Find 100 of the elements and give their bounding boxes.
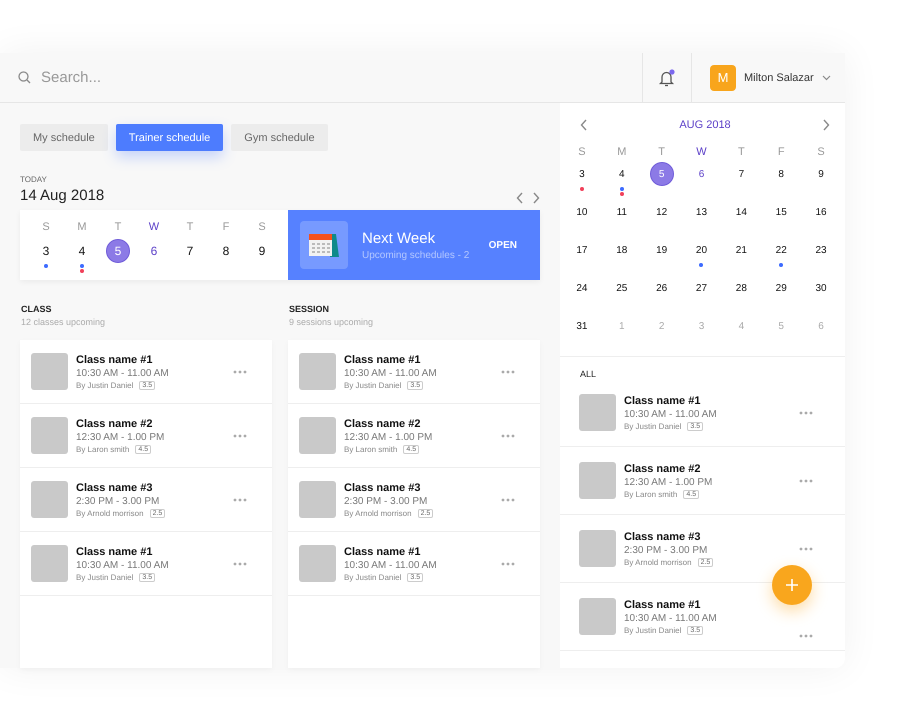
trainer-name: By Laron smith xyxy=(344,444,398,454)
weekday-label: W xyxy=(695,146,708,158)
photo-placeholder xyxy=(579,462,616,499)
trainer-name: By Justin Daniel xyxy=(344,572,402,582)
calendar-day[interactable]: 8 xyxy=(214,239,238,263)
calendar-day[interactable]: 28 xyxy=(729,276,754,300)
section-subtitle: 12 classes upcoming xyxy=(21,317,106,327)
next-icon[interactable] xyxy=(532,192,540,204)
calendar-icon xyxy=(308,231,340,259)
open-button[interactable]: OPEN xyxy=(488,236,517,254)
class-time: 12:30 AM - 1.00 PM xyxy=(344,432,434,442)
photo-placeholder xyxy=(579,598,616,635)
more-icon[interactable] xyxy=(501,370,515,374)
search-field[interactable]: Search... xyxy=(39,68,343,87)
calendar-day[interactable]: 7 xyxy=(729,162,754,186)
calendar-day[interactable]: 17 xyxy=(570,238,594,262)
calendar-day[interactable]: 7 xyxy=(178,239,202,263)
calendar-day[interactable]: 6 xyxy=(142,239,166,263)
weekday-label: F xyxy=(776,146,786,158)
calendar-day[interactable]: 9 xyxy=(809,162,834,186)
photo-placeholder xyxy=(31,545,68,582)
schedule-tab[interactable]: My schedule xyxy=(20,124,108,151)
bell-icon[interactable] xyxy=(658,68,676,86)
weekday-label: T xyxy=(114,221,122,233)
calendar-day[interactable]: 6 xyxy=(689,162,714,186)
class-name: Class name #2 xyxy=(344,418,422,430)
calendar-day[interactable]: 31 xyxy=(570,314,594,338)
more-icon[interactable] xyxy=(233,562,247,566)
more-icon[interactable] xyxy=(233,434,247,438)
calendar-day[interactable]: 16 xyxy=(809,200,834,224)
more-icon[interactable] xyxy=(501,434,515,438)
calendar-day[interactable]: 25 xyxy=(610,276,634,300)
banner-subtitle: Upcoming schedules - 2 xyxy=(362,250,470,260)
class-time: 10:30 AM - 11.00 AM xyxy=(76,368,170,378)
calendar-day[interactable]: 21 xyxy=(729,238,754,262)
calendar-day[interactable]: 14 xyxy=(729,200,754,224)
more-icon[interactable] xyxy=(233,498,247,502)
calendar-day[interactable]: 9 xyxy=(250,239,274,263)
more-icon[interactable] xyxy=(799,410,813,414)
trainer-name: By Justin Daniel xyxy=(76,380,134,390)
calendar-day[interactable]: 4 xyxy=(610,162,634,186)
class-name: Class name #1 xyxy=(76,546,154,558)
user-name[interactable]: Milton Salazar xyxy=(744,72,814,84)
calendar-day[interactable]: 27 xyxy=(689,276,714,300)
weekday-label: S xyxy=(577,146,587,158)
more-icon[interactable] xyxy=(799,546,813,550)
more-icon[interactable] xyxy=(799,634,813,638)
photo-placeholder xyxy=(579,530,616,567)
calendar-day[interactable]: 18 xyxy=(610,238,634,262)
previous-icon[interactable] xyxy=(580,119,588,131)
more-icon[interactable] xyxy=(501,498,515,502)
class-time: 10:30 AM - 11.00 AM xyxy=(624,612,718,624)
calendar-day[interactable]: 22 xyxy=(769,238,794,262)
more-icon[interactable] xyxy=(799,478,813,482)
trainer-name: By Laron smith xyxy=(76,444,130,454)
weekday-label: S xyxy=(816,146,826,158)
calendar-day[interactable]: 3 xyxy=(570,162,594,186)
weekday-label: T xyxy=(186,221,194,233)
schedule-tab[interactable]: Gym schedule xyxy=(231,124,328,151)
trainer-name: By Justin Daniel xyxy=(344,380,402,390)
photo-placeholder xyxy=(299,545,336,582)
class-time: 12:30 AM - 1.00 PM xyxy=(76,432,166,442)
calendar-day[interactable]: 26 xyxy=(650,276,674,300)
section-title: CLASS xyxy=(21,304,53,314)
calendar-day[interactable]: 11 xyxy=(610,200,634,224)
class-time: 10:30 AM - 11.00 AM xyxy=(76,560,170,570)
class-name: Class name #3 xyxy=(624,530,702,542)
calendar-day[interactable]: 24 xyxy=(570,276,594,300)
calendar-day[interactable]: 8 xyxy=(769,162,794,186)
trainer-name: By Arnold morrison xyxy=(624,558,692,566)
calendar-day[interactable]: 19 xyxy=(650,238,674,262)
month-title: AUG 2018 xyxy=(679,119,731,131)
photo-placeholder xyxy=(299,353,336,390)
trainer-name: By Arnold morrison xyxy=(76,508,144,518)
calendar-day[interactable]: 10 xyxy=(570,200,594,224)
add-button[interactable] xyxy=(772,565,812,605)
class-time: 12:30 AM - 1.00 PM xyxy=(624,476,714,488)
more-icon[interactable] xyxy=(501,562,515,566)
schedule-tab[interactable]: Trainer schedule xyxy=(116,124,224,151)
weekday-label: T xyxy=(657,146,666,158)
weekday-label: M xyxy=(616,146,628,158)
class-name: Class name #2 xyxy=(76,418,154,430)
calendar-day[interactable]: 30 xyxy=(809,276,834,300)
calendar-day[interactable]: 20 xyxy=(689,238,714,262)
calendar-day[interactable]: 3 xyxy=(34,239,58,263)
previous-icon[interactable] xyxy=(516,192,524,204)
calendar-day[interactable]: 4 xyxy=(70,239,94,263)
photo-placeholder xyxy=(31,417,68,454)
calendar-day[interactable]: 12 xyxy=(650,200,674,224)
calendar-day[interactable]: 29 xyxy=(769,276,794,300)
banner-title: Next Week xyxy=(362,230,436,246)
next-icon[interactable] xyxy=(822,119,830,131)
calendar-day[interactable]: 23 xyxy=(809,238,834,262)
photo-placeholder xyxy=(31,353,68,390)
photo-placeholder xyxy=(299,481,336,518)
calendar-day[interactable]: 13 xyxy=(689,200,714,224)
caret-icon[interactable] xyxy=(822,74,831,80)
calendar-day[interactable]: 15 xyxy=(769,200,794,224)
trainer-name: By Arnold morrison xyxy=(344,508,412,518)
more-icon[interactable] xyxy=(233,370,247,374)
